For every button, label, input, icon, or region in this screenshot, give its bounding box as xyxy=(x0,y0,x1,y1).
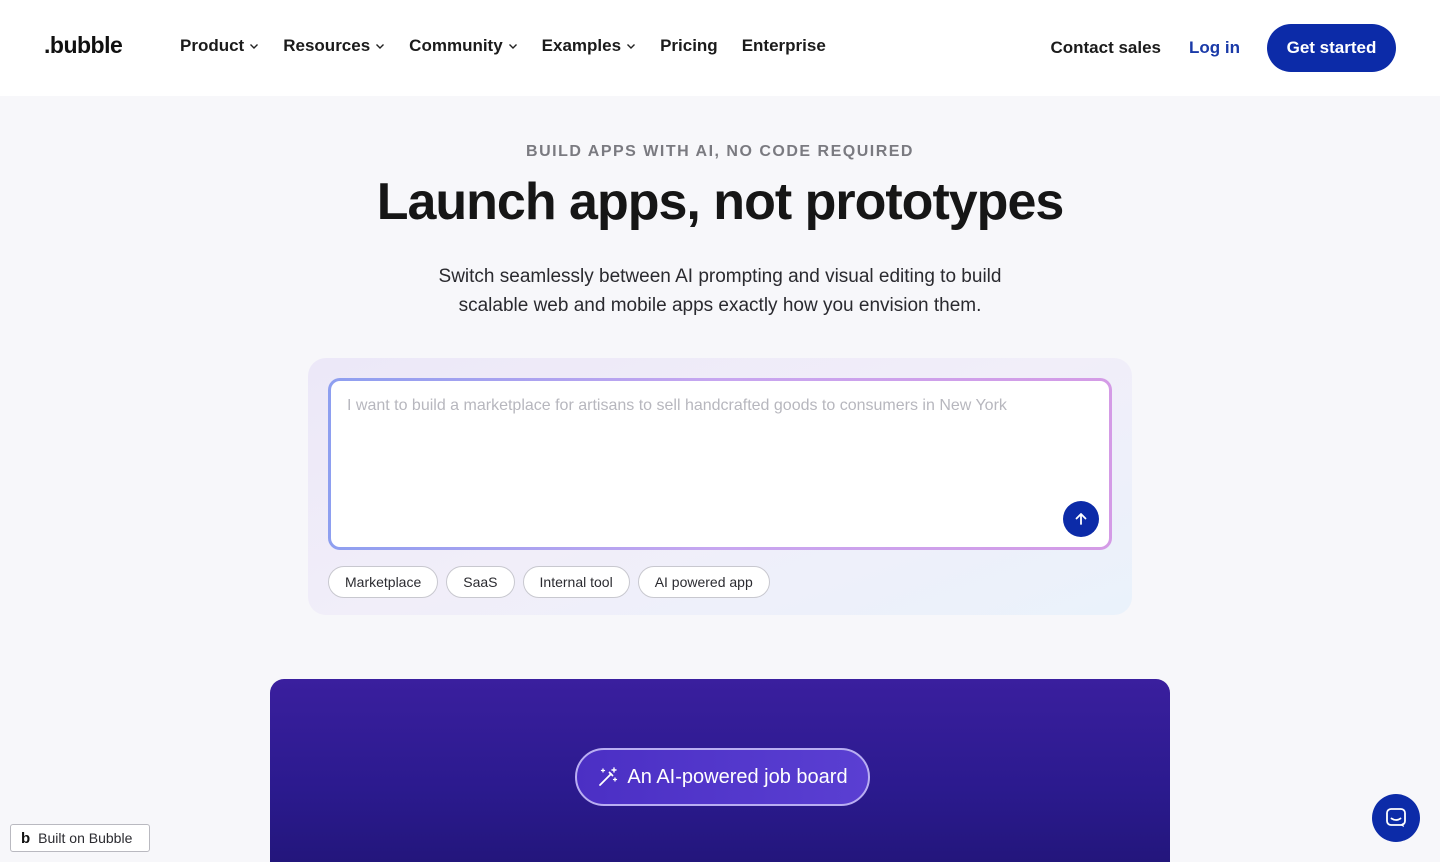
built-on-bubble-badge[interactable]: b Built on Bubble xyxy=(10,824,150,852)
hero-title: Launch apps, not prototypes xyxy=(376,173,1065,231)
contact-sales-link[interactable]: Contact sales xyxy=(1050,38,1161,58)
bubble-b-icon: b xyxy=(21,829,31,847)
arrow-up-icon xyxy=(1075,513,1087,525)
demo-pill-label: An AI-powered job board xyxy=(627,765,848,788)
main-nav: Product Resources Community Examples Pri… xyxy=(180,36,826,56)
get-started-button[interactable]: Get started xyxy=(1267,24,1396,72)
chevron-down-icon xyxy=(376,44,385,49)
chat-launcher-button[interactable] xyxy=(1372,794,1420,842)
send-button[interactable] xyxy=(1063,501,1099,537)
chip-ai-powered-app[interactable]: AI powered app xyxy=(637,566,770,598)
built-on-bubble-label: Built on Bubble xyxy=(38,830,133,846)
demo-example-pill[interactable]: An AI-powered job board xyxy=(575,748,870,806)
nav-pricing-label: Pricing xyxy=(660,36,718,55)
nav-examples[interactable]: Examples xyxy=(542,36,636,56)
prompt-card: Marketplace SaaS Internal tool AI powere… xyxy=(308,358,1132,615)
hero-eyebrow: BUILD APPS WITH AI, NO CODE REQUIRED xyxy=(526,143,914,160)
log-in-link[interactable]: Log in xyxy=(1189,38,1240,58)
nav-community[interactable]: Community xyxy=(409,36,518,56)
chevron-down-icon xyxy=(250,44,259,49)
nav-resources[interactable]: Resources xyxy=(283,36,385,56)
nav-examples-label: Examples xyxy=(541,36,622,55)
nav-enterprise-label: Enterprise xyxy=(741,36,826,55)
chip-saas[interactable]: SaaS xyxy=(446,566,515,598)
chevron-down-icon xyxy=(508,44,517,49)
header-actions: Contact sales Log in Get started xyxy=(1050,24,1396,72)
chat-icon xyxy=(1386,808,1406,827)
chip-internal-tool[interactable]: Internal tool xyxy=(522,566,630,598)
chip-marketplace[interactable]: Marketplace xyxy=(328,566,439,598)
bubble-logo[interactable]: .bubble xyxy=(44,32,123,59)
nav-enterprise[interactable]: Enterprise xyxy=(742,36,826,56)
prompt-box xyxy=(328,378,1112,550)
nav-community-label: Community xyxy=(409,36,503,55)
nav-resources-label: Resources xyxy=(283,36,371,55)
suggestion-chips: Marketplace SaaS Internal tool AI powere… xyxy=(328,566,770,598)
nav-pricing[interactable]: Pricing xyxy=(660,36,718,56)
nav-product[interactable]: Product xyxy=(180,36,259,56)
prompt-input[interactable] xyxy=(347,397,1047,415)
nav-product-label: Product xyxy=(180,36,245,55)
hero-subtitle-line1: Switch seamlessly between AI prompting a… xyxy=(438,266,1002,287)
magic-wand-icon xyxy=(599,767,618,786)
hero-subtitle: Switch seamlessly between AI prompting a… xyxy=(420,262,1020,320)
demo-panel: An AI-powered job board xyxy=(270,679,1170,862)
chevron-down-icon xyxy=(627,44,636,49)
site-header: .bubble Product Resources Community Exam… xyxy=(0,0,1440,96)
hero-subtitle-line2: scalable web and mobile apps exactly how… xyxy=(458,295,982,316)
